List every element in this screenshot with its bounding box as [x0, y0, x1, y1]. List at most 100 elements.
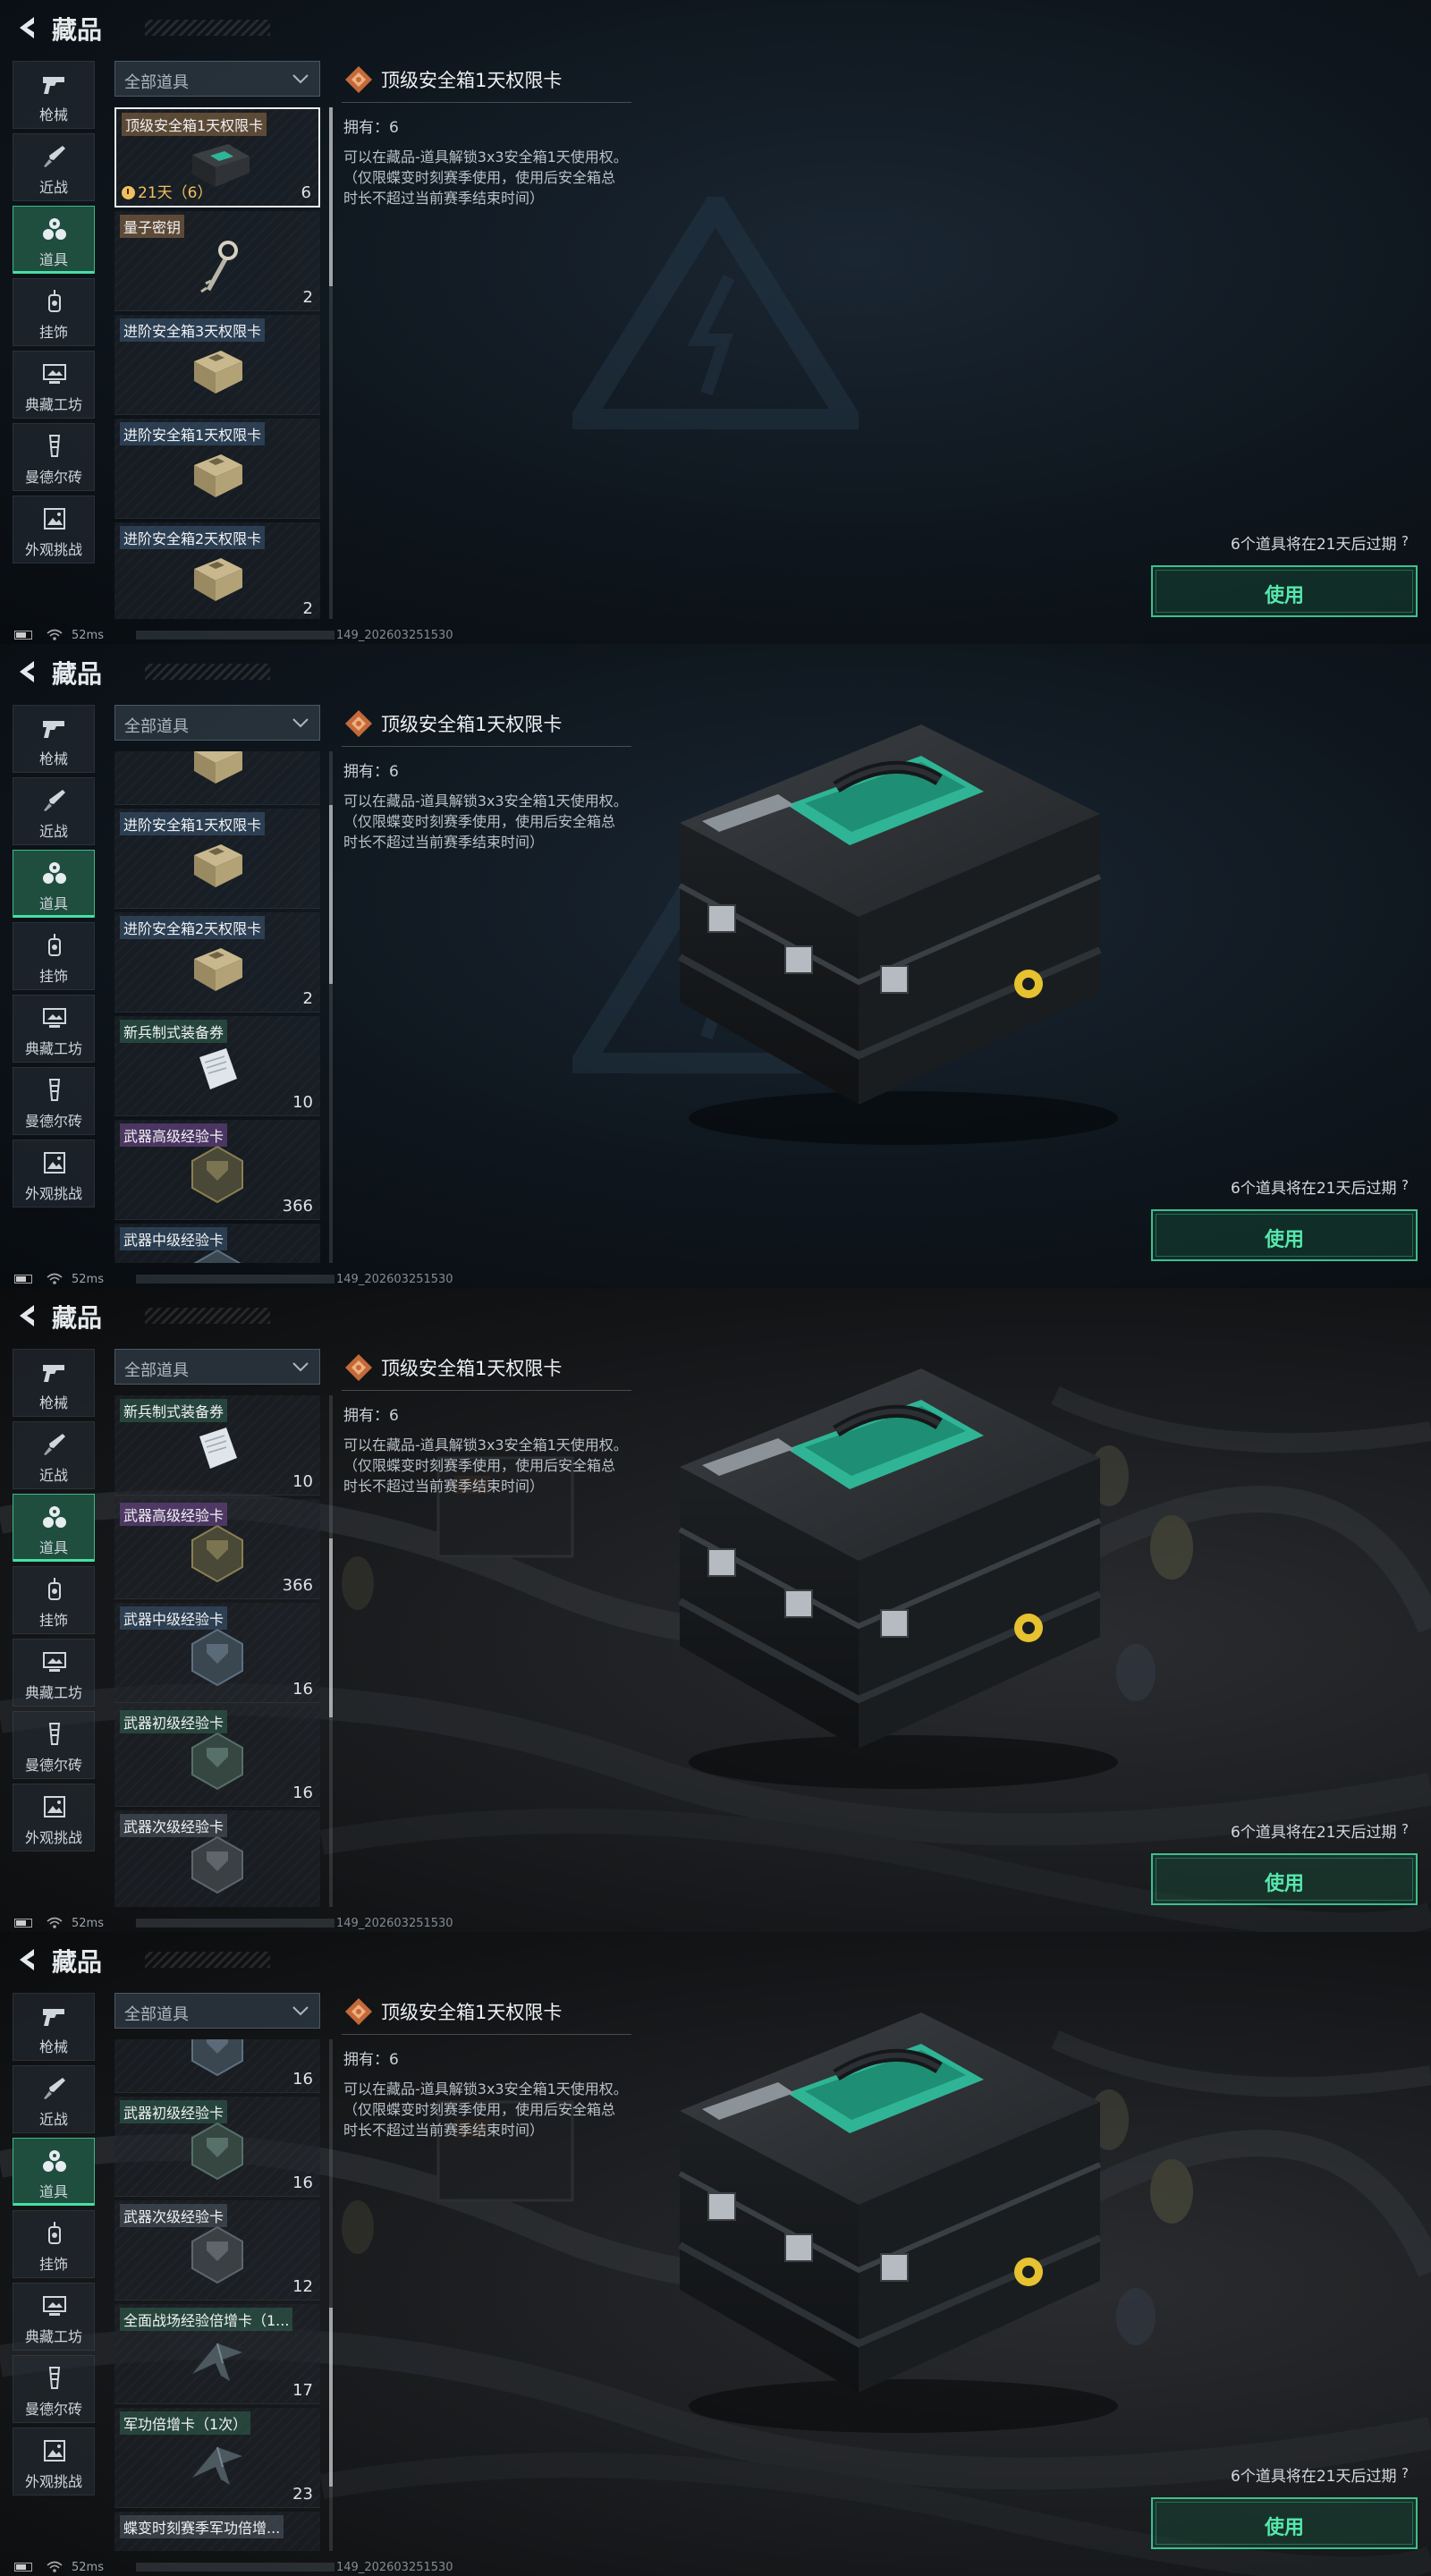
item-count: 2: [302, 989, 313, 1008]
filter-dropdown[interactable]: 全部道具: [114, 1349, 320, 1385]
nav-item-pistol[interactable]: 枪械: [13, 1993, 95, 2061]
item-card[interactable]: 武器次级经验卡: [114, 1810, 320, 1907]
nav-item-pistol[interactable]: 枪械: [13, 61, 95, 129]
filter-dropdown[interactable]: 全部道具: [114, 705, 320, 741]
item-list[interactable]: 新兵制式装备券 10 武器高级经验卡 366 武器中级经验卡 16 武器初级经验卡 16 武器次…: [114, 1395, 322, 1907]
back-button[interactable]: [13, 1945, 43, 1975]
item-card[interactable]: 进阶安全箱1天权限卡: [114, 419, 320, 519]
back-button[interactable]: [13, 1301, 43, 1331]
pistol-icon: [40, 1359, 69, 1385]
list-scrollbar[interactable]: [329, 107, 333, 619]
help-icon[interactable]: ?: [1397, 533, 1413, 549]
nav-item-items[interactable]: 道具: [13, 1494, 95, 1562]
help-icon[interactable]: ?: [1397, 2465, 1413, 2481]
detail-title: 顶级安全箱1天权限卡: [381, 714, 563, 735]
help-icon[interactable]: ?: [1397, 1177, 1413, 1193]
brick-icon: [40, 2365, 69, 2392]
item-card[interactable]: 16: [114, 2039, 320, 2093]
nav-item-knife[interactable]: 近战: [13, 1421, 95, 1489]
nav-label: 典藏工坊: [24, 1040, 82, 1057]
nav-item-challenge[interactable]: 外观挑战: [13, 1140, 95, 1208]
item-list[interactable]: 顶级安全箱1天权限卡 21天（6） 6 量子密钥 2 进阶安全箱3天权限卡 进阶安全箱1天权…: [114, 107, 322, 619]
nav-item-charm[interactable]: 挂饰: [13, 278, 95, 346]
list-scrollbar[interactable]: [329, 751, 333, 1263]
back-button[interactable]: [13, 13, 43, 43]
nav-item-brick[interactable]: 曼德尔砖: [13, 1067, 95, 1135]
redacted-bar: [136, 631, 334, 640]
item-card[interactable]: 蝶变时刻赛季军功倍增...: [114, 2512, 320, 2551]
item-card[interactable]: 进阶安全箱2天权限卡 2: [114, 522, 320, 619]
item-3d-preview[interactable]: [653, 660, 1127, 1163]
nav-item-knife[interactable]: 近战: [13, 133, 95, 201]
nav-item-knife[interactable]: 近战: [13, 777, 95, 845]
nav-item-charm[interactable]: 挂饰: [13, 1566, 95, 1634]
nav-item-workshop[interactable]: 典藏工坊: [13, 995, 95, 1063]
items-icon: [40, 860, 69, 886]
back-button[interactable]: [13, 657, 43, 687]
item-card[interactable]: 进阶安全箱2天权限卡 2: [114, 912, 320, 1013]
item-card[interactable]: 武器次级经验卡 12: [114, 2200, 320, 2301]
knife-icon: [40, 143, 69, 170]
item-card[interactable]: 进阶安全箱1天权限卡: [114, 809, 320, 909]
category-nav: 枪械 近战 道具 挂饰 典藏工坊 曼德尔砖外观挑战: [13, 1349, 95, 1856]
item-card[interactable]: 军功倍增卡（1次） 23: [114, 2408, 320, 2508]
nav-item-charm[interactable]: 挂饰: [13, 922, 95, 990]
nav-label: 外观挑战: [24, 1829, 82, 1846]
scrollbar-thumb[interactable]: [329, 1538, 333, 1717]
scrollbar-thumb[interactable]: [329, 2308, 333, 2487]
filter-dropdown[interactable]: 全部道具: [114, 1993, 320, 2029]
nav-item-brick[interactable]: 曼德尔砖: [13, 423, 95, 491]
category-nav: 枪械 近战 道具挂饰典藏工坊 曼德尔砖 外观挑战: [13, 61, 95, 568]
item-thumbnail: [182, 1834, 253, 1896]
challenge-icon: [40, 1149, 69, 1176]
list-scrollbar[interactable]: [329, 2039, 333, 2551]
nav-item-items[interactable]: 道具: [13, 850, 95, 918]
nav-item-pistol[interactable]: 枪械: [13, 1349, 95, 1417]
item-card[interactable]: 全面战场经验倍增卡（1... 17: [114, 2304, 320, 2404]
list-scrollbar[interactable]: [329, 1395, 333, 1907]
item-thumbnail: [182, 832, 253, 894]
nav-item-charm[interactable]: 挂饰: [13, 2210, 95, 2278]
item-card[interactable]: 武器高级经验卡 366: [114, 1120, 320, 1220]
item-card[interactable]: 新兵制式装备券 10: [114, 1395, 320, 1496]
nav-item-brick[interactable]: 曼德尔砖: [13, 2355, 95, 2423]
item-card[interactable]: 进阶安全箱3天权限卡: [114, 315, 320, 415]
nav-item-knife[interactable]: 近战: [13, 2065, 95, 2133]
nav-item-challenge[interactable]: 外观挑战: [13, 1784, 95, 1852]
scrollbar-thumb[interactable]: [329, 107, 333, 286]
nav-item-challenge[interactable]: 外观挑战: [13, 2428, 95, 2496]
divider: [342, 1390, 631, 1391]
item-card[interactable]: 量子密钥 2: [114, 211, 320, 311]
nav-label: 挂饰: [38, 324, 68, 341]
nav-item-workshop[interactable]: 典藏工坊: [13, 2283, 95, 2351]
nav-item-challenge[interactable]: 外观挑战: [13, 496, 95, 564]
back-arrow-icon: [20, 17, 34, 38]
item-card[interactable]: 顶级安全箱1天权限卡 21天（6） 6: [114, 107, 320, 208]
help-icon[interactable]: ?: [1397, 1821, 1413, 1837]
item-card[interactable]: 武器中级经验卡: [114, 1224, 320, 1263]
nav-item-pistol[interactable]: 枪械: [13, 705, 95, 773]
nav-item-workshop[interactable]: 典藏工坊: [13, 351, 95, 419]
use-button[interactable]: 使用: [1151, 1853, 1418, 1905]
nav-item-workshop[interactable]: 典藏工坊: [13, 1639, 95, 1707]
item-card[interactable]: 武器初级经验卡 16: [114, 2097, 320, 2197]
item-thumbnail: [182, 751, 253, 791]
scrollbar-thumb[interactable]: [329, 805, 333, 984]
item-card[interactable]: 武器初级经验卡 16: [114, 1707, 320, 1807]
use-button[interactable]: 使用: [1151, 1209, 1418, 1261]
filter-dropdown[interactable]: 全部道具: [114, 61, 320, 97]
item-card[interactable]: [114, 751, 320, 805]
use-button[interactable]: 使用: [1151, 2497, 1418, 2549]
battery-icon: [14, 1275, 32, 1284]
item-list[interactable]: 16 武器初级经验卡 16 武器次级经验卡 12 全面战场经验倍增卡（1... 17 军功倍增…: [114, 2039, 322, 2551]
nav-item-brick[interactable]: 曼德尔砖: [13, 1711, 95, 1779]
use-button[interactable]: 使用: [1151, 565, 1418, 617]
item-card[interactable]: 武器中级经验卡 16: [114, 1603, 320, 1703]
item-3d-preview[interactable]: [653, 1948, 1127, 2451]
nav-item-items[interactable]: 道具: [13, 206, 95, 274]
item-list[interactable]: 进阶安全箱1天权限卡 进阶安全箱2天权限卡 2 新兵制式装备券 10 武器高级经验卡 366…: [114, 751, 322, 1263]
nav-item-items[interactable]: 道具: [13, 2138, 95, 2206]
item-card[interactable]: 新兵制式装备券 10: [114, 1016, 320, 1116]
item-card[interactable]: 武器高级经验卡 366: [114, 1499, 320, 1599]
item-3d-preview[interactable]: [653, 1304, 1127, 1807]
